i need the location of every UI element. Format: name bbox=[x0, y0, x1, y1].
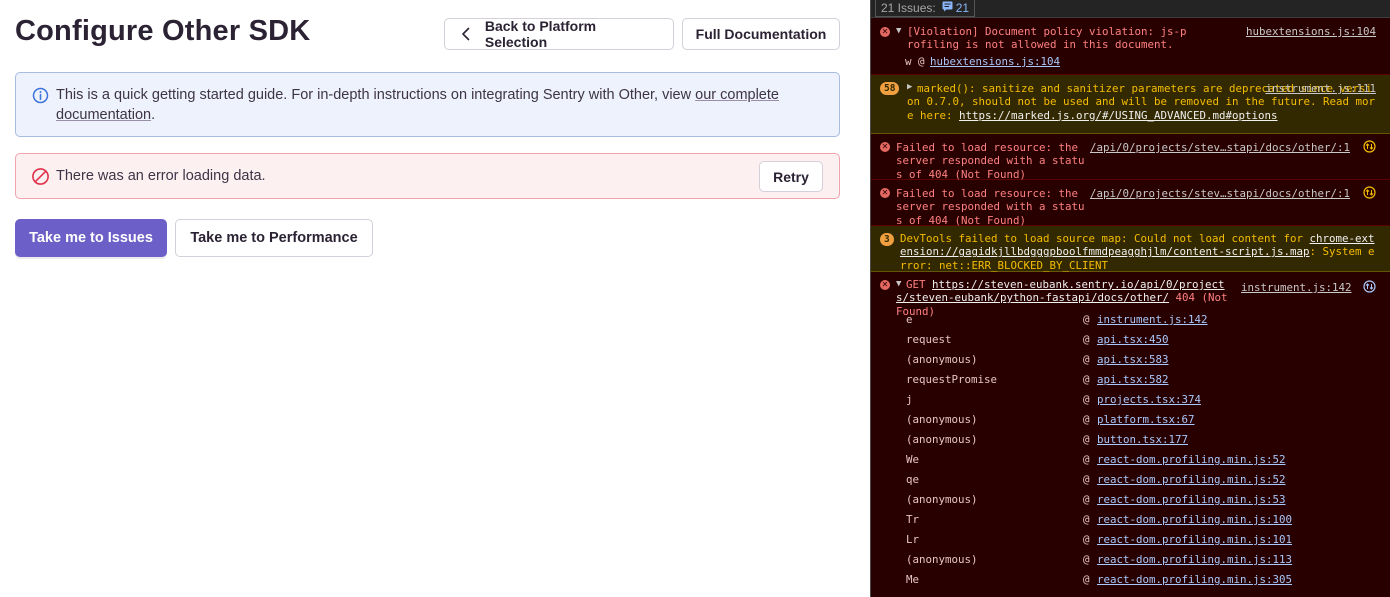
stack-frame: requestPromise @ api.tsx:582 bbox=[871, 370, 1390, 390]
retry-button[interactable]: Retry bbox=[759, 161, 823, 192]
full-documentation-button[interactable]: Full Documentation bbox=[682, 18, 840, 50]
stack-frame-link[interactable]: api.tsx:583 bbox=[1097, 350, 1169, 370]
network-panel-icon[interactable] bbox=[1363, 280, 1376, 293]
issues-label: 21 Issues: bbox=[881, 1, 936, 15]
repeat-count-badge: 3 bbox=[880, 233, 894, 246]
stack-link[interactable]: hubextensions.js:104 bbox=[930, 55, 1060, 68]
issues-counter[interactable]: 21 Issues: 21 bbox=[875, 0, 976, 17]
stack-frame: request @ api.tsx:450 bbox=[871, 330, 1390, 350]
message-source-link[interactable]: instrument.js:111 bbox=[1265, 82, 1376, 95]
stack-frame-link[interactable]: projects.tsx:374 bbox=[1097, 390, 1201, 410]
message-text: Failed to load resource: the server resp… bbox=[896, 141, 1085, 181]
info-alert: This is a quick getting started guide. F… bbox=[15, 72, 840, 137]
info-alert-text: This is a quick getting started guide. F… bbox=[56, 87, 696, 103]
stack-frame-link[interactable]: react-dom.profiling.min.js:52 bbox=[1097, 470, 1286, 490]
stack-frame: qe @ react-dom.profiling.min.js:52 bbox=[871, 470, 1390, 490]
message-text: [Violation] Document policy violation: j… bbox=[907, 25, 1187, 52]
info-alert-text-end: . bbox=[151, 107, 156, 123]
stack-frame-link[interactable]: button.tsx:177 bbox=[1097, 430, 1188, 450]
issues-chat-icon bbox=[942, 1, 956, 15]
devtools-console: 21 Issues: 21 ✕ ▼ [Violation] Document p… bbox=[870, 0, 1390, 597]
error-icon: ✕ bbox=[880, 27, 890, 37]
stack-frame-link[interactable]: react-dom.profiling.min.js:52 bbox=[1097, 450, 1286, 470]
stack-frame-link[interactable]: api.tsx:582 bbox=[1097, 370, 1169, 390]
stack-frame: Lr @ react-dom.profiling.min.js:101 bbox=[871, 530, 1390, 550]
stack-frame: Me @ react-dom.profiling.min.js:305 bbox=[871, 570, 1390, 590]
message-source-link[interactable]: /api/0/projects/stev…stapi/docs/other/:1 bbox=[1090, 187, 1350, 200]
sentry-app-pane: Configure Other SDK Back to Platform Sel… bbox=[0, 0, 870, 597]
chevron-left-icon bbox=[457, 25, 475, 43]
message-text: DevTools failed to load source map: Coul… bbox=[900, 232, 1375, 272]
back-button-label: Back to Platform Selection bbox=[484, 18, 597, 50]
devtools-toolbar: 21 Issues: 21 bbox=[871, 0, 1390, 18]
issues-count: 21 bbox=[955, 1, 970, 15]
stack-frame-link[interactable]: react-dom.profiling.min.js:101 bbox=[1097, 530, 1292, 550]
error-alert-text: There was an error loading data. bbox=[56, 168, 266, 184]
stack-frame: (anonymous) @ api.tsx:583 bbox=[871, 350, 1390, 370]
console-message: 58 ▶ marked(): sanitize and sanitizer pa… bbox=[871, 75, 1390, 134]
error-circle-slash-icon bbox=[31, 167, 50, 186]
repeat-count-badge: 58 bbox=[880, 82, 900, 95]
stack-frame: j @ projects.tsx:374 bbox=[871, 390, 1390, 410]
stack-frame-link[interactable]: react-dom.profiling.min.js:53 bbox=[1097, 490, 1286, 510]
console-message: ✕ ▼ [Violation] Document policy violatio… bbox=[871, 18, 1390, 75]
console-message: ✕ Failed to load resource: the server re… bbox=[871, 134, 1390, 181]
message-source-link[interactable]: /api/0/projects/stev…stapi/docs/other/:1 bbox=[1090, 141, 1350, 154]
take-me-to-performance-button[interactable]: Take me to Performance bbox=[175, 219, 373, 257]
marked-options-link[interactable]: https://marked.js.org/#/USING_ADVANCED.m… bbox=[959, 109, 1278, 122]
stack-frame: (anonymous) @ react-dom.profiling.min.js:5… bbox=[871, 490, 1390, 510]
stack-frame: e @ instrument.js:142 bbox=[871, 310, 1390, 330]
stack-frame: We @ react-dom.profiling.min.js:52 bbox=[871, 450, 1390, 470]
stack-frame: (anonymous) @ button.tsx:177 bbox=[871, 430, 1390, 450]
console-message: ✕ ▼ GET https://steven-eubank.sentry.io/… bbox=[871, 272, 1390, 590]
error-icon: ✕ bbox=[880, 188, 890, 198]
expand-triangle-icon[interactable]: ▼ bbox=[896, 26, 901, 36]
network-panel-icon[interactable] bbox=[1363, 140, 1376, 153]
message-text: Failed to load resource: the server resp… bbox=[896, 187, 1085, 227]
stack-frame-link[interactable]: react-dom.profiling.min.js:100 bbox=[1097, 510, 1292, 530]
stack-frame-link[interactable]: react-dom.profiling.min.js:113 bbox=[1097, 550, 1292, 570]
back-to-platform-selection-button[interactable]: Back to Platform Selection bbox=[444, 18, 674, 50]
stack-frame: Tr @ react-dom.profiling.min.js:100 bbox=[871, 510, 1390, 530]
error-alert: There was an error loading data. Retry bbox=[15, 153, 840, 199]
stack-prefix: w @ bbox=[905, 55, 925, 68]
page-title: Configure Other SDK bbox=[15, 15, 311, 47]
info-icon bbox=[32, 87, 49, 104]
error-icon: ✕ bbox=[880, 280, 890, 290]
message-source-link[interactable]: instrument.js:142 bbox=[1241, 281, 1352, 294]
stack-frame-link[interactable]: api.tsx:450 bbox=[1097, 330, 1169, 350]
stack-frame-link[interactable]: react-dom.profiling.min.js:305 bbox=[1097, 570, 1292, 590]
message-source-link[interactable]: hubextensions.js:104 bbox=[1246, 25, 1376, 38]
docs-button-label: Full Documentation bbox=[695, 26, 827, 42]
error-icon: ✕ bbox=[880, 142, 890, 152]
stack-frame: (anonymous) @ platform.tsx:67 bbox=[871, 410, 1390, 430]
stack-frame: (anonymous) @ react-dom.profiling.min.js:1… bbox=[871, 550, 1390, 570]
network-panel-icon[interactable] bbox=[1363, 186, 1376, 199]
stack-frame-link[interactable]: instrument.js:142 bbox=[1097, 310, 1208, 330]
console-message: 3 DevTools failed to load source map: Co… bbox=[871, 226, 1390, 272]
console-message: ✕ Failed to load resource: the server re… bbox=[871, 180, 1390, 227]
take-me-to-issues-button[interactable]: Take me to Issues bbox=[15, 219, 167, 257]
stack-frame-link[interactable]: platform.tsx:67 bbox=[1097, 410, 1195, 430]
